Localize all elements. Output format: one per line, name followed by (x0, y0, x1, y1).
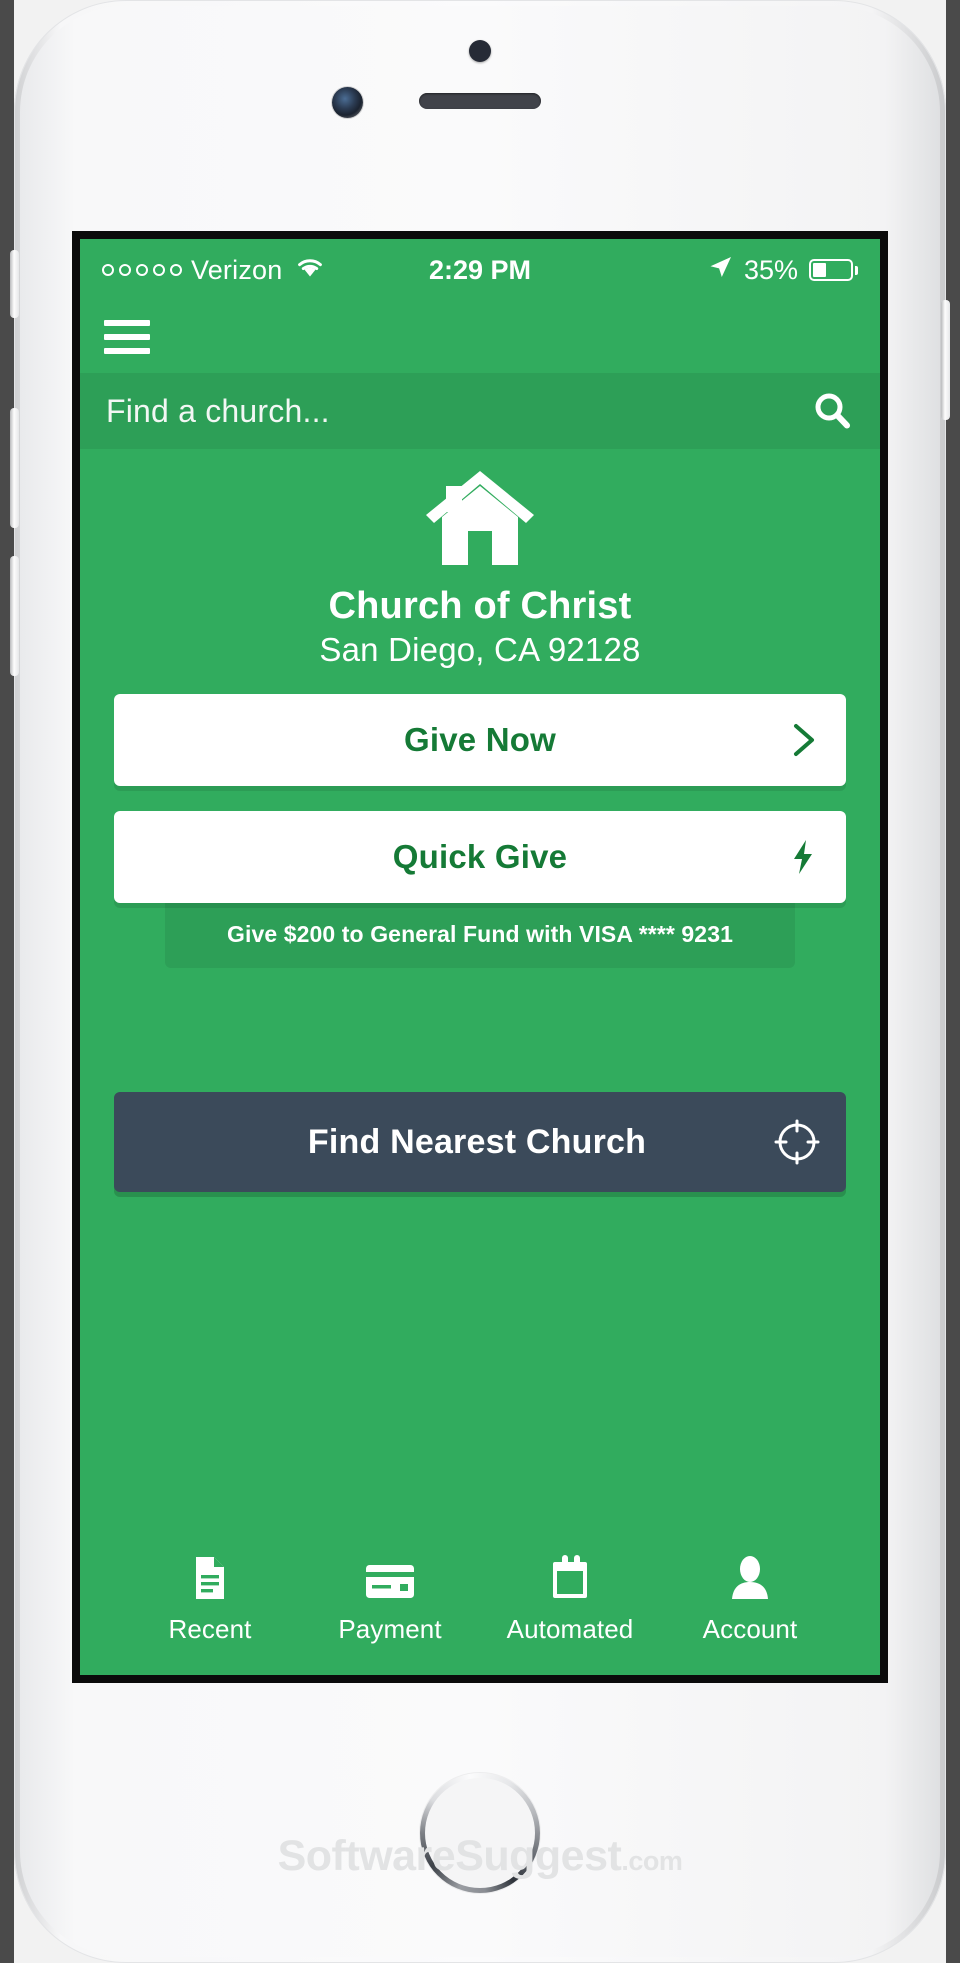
wifi-icon (295, 255, 325, 286)
person-icon (730, 1555, 770, 1601)
tab-account[interactable]: Account (660, 1555, 840, 1645)
tab-account-label: Account (702, 1614, 798, 1644)
volume-up-button[interactable] (10, 408, 19, 528)
watermark: SoftwareSuggest.com (0, 1832, 960, 1881)
tab-payment-label: Payment (338, 1614, 442, 1644)
power-button[interactable] (941, 300, 950, 420)
battery-percent-label: 35% (743, 254, 798, 285)
document-icon (191, 1555, 229, 1601)
status-bar-left: Verizon (102, 255, 325, 286)
church-header: Church of Christ San Diego, CA 92128 (114, 449, 846, 669)
watermark-brand: SoftwareSuggest (277, 1832, 622, 1880)
lightning-bolt-icon (786, 837, 820, 877)
give-now-button[interactable]: Give Now (114, 694, 846, 786)
tab-automated-label: Automated (506, 1614, 634, 1644)
search-icon[interactable] (812, 391, 852, 431)
calendar-icon (548, 1555, 592, 1601)
tab-automated[interactable]: Automated (480, 1555, 660, 1645)
earpiece-speaker (419, 93, 541, 109)
crosshair-target-icon (774, 1119, 820, 1165)
quick-give-label: Quick Give (392, 838, 568, 875)
volume-down-button[interactable] (10, 556, 19, 676)
main-content: Church of Christ San Diego, CA 92128 Giv… (80, 449, 880, 1675)
app-nav-bar (80, 301, 880, 373)
app-screen: Verizon 2:29 PM 35% Find a church... Chu… (80, 239, 880, 1675)
front-camera-icon (332, 87, 363, 118)
screen-bezel: Verizon 2:29 PM 35% Find a church... Chu… (72, 231, 888, 1683)
search-input[interactable]: Find a church... (106, 393, 812, 430)
proximity-sensor-icon (469, 40, 491, 62)
status-bar-right: 35% (707, 254, 858, 287)
credit-card-icon (364, 1555, 416, 1601)
watermark-tld: .com (621, 1846, 683, 1876)
signal-strength-icon (102, 264, 182, 276)
tab-payment[interactable]: Payment (300, 1555, 480, 1645)
battery-icon (809, 259, 858, 281)
location-arrow-icon (707, 254, 733, 287)
phone-device: Verizon 2:29 PM 35% Find a church... Chu… (10, 0, 950, 1963)
give-now-label: Give Now (404, 721, 556, 758)
church-address: San Diego, CA 92128 (319, 631, 641, 668)
search-bar[interactable]: Find a church... (80, 373, 880, 449)
status-bar: Verizon 2:29 PM 35% (80, 239, 880, 301)
find-nearest-church-label: Find Nearest Church (307, 1122, 647, 1161)
quick-give-button[interactable]: Quick Give (114, 811, 846, 903)
chevron-right-icon (786, 720, 820, 760)
quick-give-detail: Give $200 to General Fund with VISA ****… (165, 903, 795, 968)
silent-switch-button[interactable] (10, 250, 19, 318)
carrier-label: Verizon (191, 254, 283, 285)
hamburger-menu-icon[interactable] (104, 320, 150, 354)
church-name: Church of Christ (328, 585, 632, 627)
bottom-tab-bar: Recent Payment Automated Account (114, 1555, 846, 1675)
page-gutter-right (946, 0, 960, 1963)
tab-recent-label: Recent (168, 1614, 252, 1644)
find-nearest-church-button[interactable]: Find Nearest Church (114, 1092, 846, 1192)
house-icon (114, 467, 846, 571)
tab-recent[interactable]: Recent (120, 1555, 300, 1645)
